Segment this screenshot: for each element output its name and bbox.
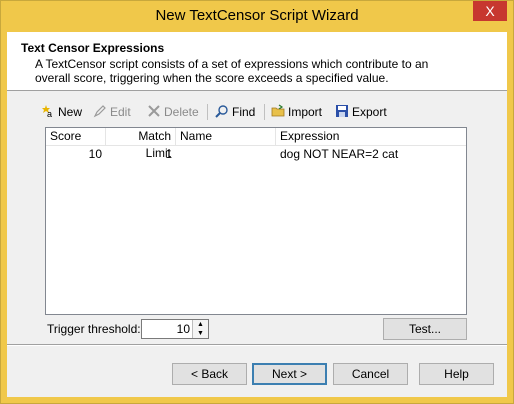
new-button[interactable]: a New [41,102,82,122]
trigger-threshold-value[interactable]: 10 [177,322,190,336]
help-button[interactable]: Help [419,363,494,385]
cancel-button[interactable]: Cancel [333,363,408,385]
column-header-match-limit[interactable]: Match Limit [106,128,176,160]
back-button[interactable]: < Back [172,363,247,385]
edit-label: Edit [110,105,131,119]
test-button[interactable]: Test... [383,318,467,340]
wizard-window: New TextCensor Script Wizard X Text Cens… [0,0,514,404]
find-label: Find [232,105,256,119]
trigger-threshold-stepper[interactable]: 10 ▲ ▼ [141,319,209,339]
cell-name [176,146,276,162]
export-button[interactable]: Export [335,102,387,122]
find-button[interactable]: Find [215,102,255,122]
toolbar-separator [264,104,265,120]
window-title: New TextCensor Script Wizard [155,7,359,24]
svg-text:a: a [47,109,52,118]
delete-icon [148,105,160,117]
page-description: A TextCensor script consists of a set of… [35,57,429,85]
column-header-name[interactable]: Name [176,128,276,145]
new-icon: a [42,105,52,118]
import-label: Import [288,105,323,119]
spin-down-icon[interactable]: ▼ [192,329,208,338]
toolbar-separator [207,104,208,120]
expressions-table[interactable]: Score Match Limit Name Expression 10 1 d… [45,127,467,315]
table-header: Score Match Limit Name Expression [46,128,466,160]
close-button[interactable]: X [473,1,507,21]
delete-label: Delete [164,105,199,119]
trigger-threshold-label: Trigger threshold: [47,322,141,336]
column-header-score[interactable]: Score [46,128,106,145]
title-bar: New TextCensor Script Wizard X [1,1,513,31]
folder-import-icon [271,104,285,117]
cell-score: 10 [88,147,102,161]
edit-icon [93,105,106,118]
edit-button[interactable]: Edit [93,102,131,122]
cell-expression: dog NOT NEAR=2 cat [280,147,399,161]
wizard-header: Text Censor Expressions A TextCensor scr… [7,32,507,91]
export-label: Export [352,105,387,119]
cell-match-limit: 1 [165,147,172,161]
page-title: Text Censor Expressions [21,41,165,55]
new-label: New [58,105,83,119]
footer-divider-highlight [7,345,507,346]
table-row[interactable]: 10 1 dog NOT NEAR=2 cat [46,146,466,162]
save-export-icon [336,105,348,117]
next-button[interactable]: Next > [252,363,327,385]
find-icon [215,105,228,118]
wizard-client: Text Censor Expressions A TextCensor scr… [7,32,507,397]
delete-button[interactable]: Delete [147,102,199,122]
import-button[interactable]: Import [271,102,322,122]
column-header-expression[interactable]: Expression [276,128,466,145]
